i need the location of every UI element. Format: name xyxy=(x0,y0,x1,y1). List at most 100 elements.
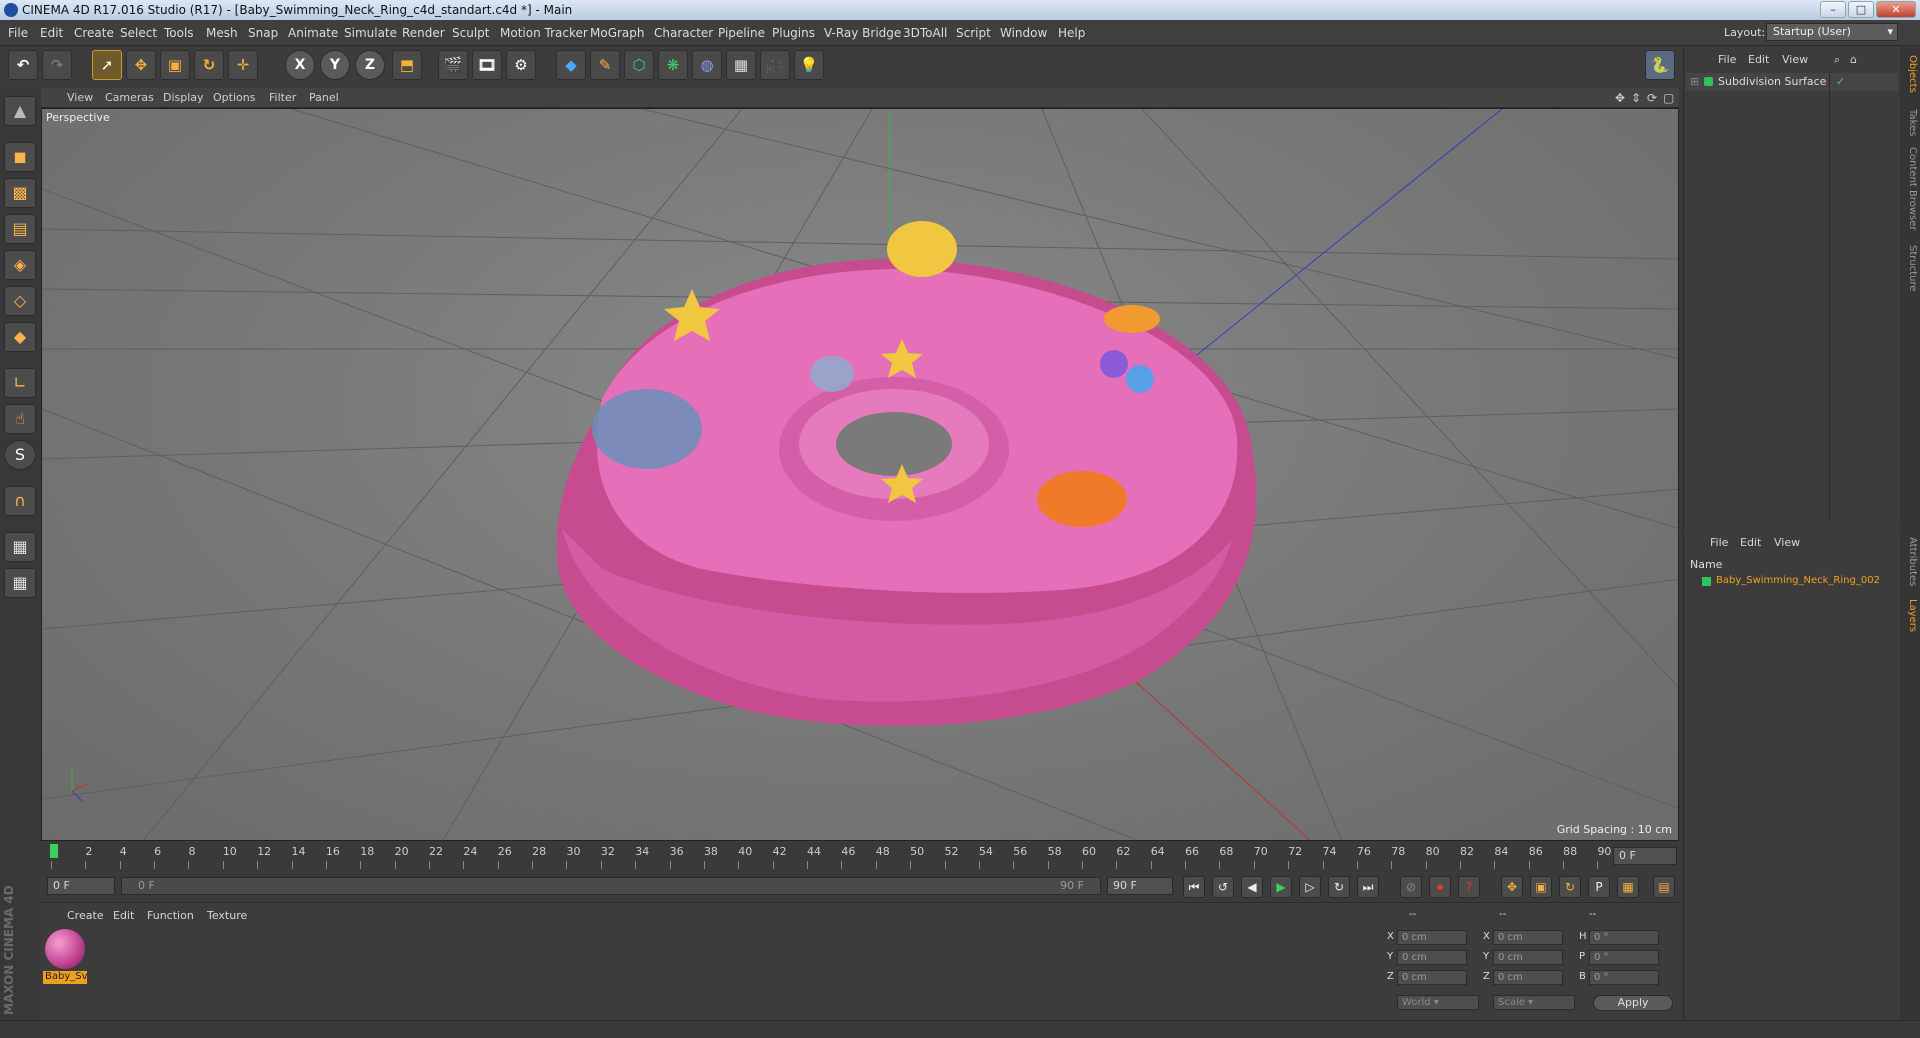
menu-vray-bridge[interactable]: V-Ray Bridge xyxy=(824,26,901,40)
workplane-icon[interactable]: ▤ xyxy=(4,214,36,244)
checkmark-icon[interactable]: ✓ xyxy=(1836,75,1845,88)
menu-edit[interactable]: Edit xyxy=(40,26,63,40)
layout-select[interactable]: Startup (User) ▾ xyxy=(1766,23,1898,41)
menu-animate[interactable]: Animate xyxy=(288,26,338,40)
record-active-icon[interactable]: ⏺ xyxy=(1429,876,1451,898)
menu-motion-tracker[interactable]: Motion Tracker xyxy=(500,26,588,40)
size-z-field[interactable]: 0 cm xyxy=(1493,970,1563,985)
texture-mode-icon[interactable]: ▩ xyxy=(4,178,36,208)
scale-icon[interactable]: ▣ xyxy=(160,50,190,80)
solo-icon[interactable]: S xyxy=(4,440,36,470)
points-mode-icon[interactable]: ◈ xyxy=(4,250,36,280)
x-axis-lock-button[interactable]: X xyxy=(285,50,315,80)
viewport-menu-panel[interactable]: Panel xyxy=(309,91,339,104)
tab-attributes[interactable]: Attributes xyxy=(1902,537,1918,586)
tweak-mode-icon[interactable]: ☝ xyxy=(4,404,36,434)
viewport-rotate-icon[interactable]: ⟳ xyxy=(1647,91,1657,105)
move-icon[interactable]: ✥ xyxy=(126,50,156,80)
material-menu-create[interactable]: Create xyxy=(67,909,104,922)
close-button[interactable]: ✕ xyxy=(1876,1,1916,18)
viewport-menu-options[interactable]: Options xyxy=(213,91,255,104)
position-z-field[interactable]: 0 cm xyxy=(1397,970,1467,985)
menu-help[interactable]: Help xyxy=(1058,26,1085,40)
expand-icon[interactable]: ⊞ xyxy=(1690,75,1699,88)
pen-spline-icon[interactable]: ✎ xyxy=(590,50,620,80)
minimize-button[interactable]: – xyxy=(1820,1,1846,18)
viewport-menu-filter[interactable]: Filter xyxy=(269,91,296,104)
key-parameter-icon[interactable]: P xyxy=(1588,876,1610,898)
next-key-icon[interactable]: ↻ xyxy=(1328,876,1350,898)
menu-window[interactable]: Window xyxy=(1000,26,1047,40)
menu-mesh[interactable]: Mesh xyxy=(206,26,238,40)
step-back-icon[interactable]: ◀ xyxy=(1241,876,1263,898)
viewport-move-icon[interactable]: ✥ xyxy=(1615,91,1625,105)
menu-3dtoall[interactable]: 3DToAll xyxy=(903,26,947,40)
render-settings-icon[interactable]: ⚙ xyxy=(506,50,536,80)
tab-takes[interactable]: Takes xyxy=(1902,109,1918,136)
tab-content-browser[interactable]: Content Browser xyxy=(1902,147,1918,230)
play-icon[interactable]: ▶ xyxy=(1270,876,1292,898)
viewport-zoom-icon[interactable]: ⇕ xyxy=(1631,91,1641,105)
size-mode-select[interactable]: Scale ▾ xyxy=(1493,995,1575,1010)
rotation-p-field[interactable]: 0 ° xyxy=(1589,950,1659,965)
viewport-menu-view[interactable]: View xyxy=(67,91,93,104)
cube-primitive-icon[interactable]: ◆ xyxy=(556,50,586,80)
layer-menu-file[interactable]: File xyxy=(1710,536,1728,549)
timeline-window-icon[interactable]: ▤ xyxy=(1653,876,1675,898)
subdivision-generator-icon[interactable]: ⬡ xyxy=(624,50,654,80)
timeline-ruler[interactable]: 0246810121416182022242628303234363840424… xyxy=(41,841,1679,873)
object-row-subdivision-surface[interactable]: ⊞ Subdivision Surface ✓ xyxy=(1686,73,1898,91)
size-x-field[interactable]: 0 cm xyxy=(1493,930,1563,945)
menu-sculpt[interactable]: Sculpt xyxy=(452,26,489,40)
timeline-playhead[interactable] xyxy=(50,844,58,858)
menu-mograph[interactable]: MoGraph xyxy=(590,26,645,40)
polygons-mode-icon[interactable]: ◆ xyxy=(4,322,36,352)
menu-snap[interactable]: Snap xyxy=(248,26,278,40)
layer-row[interactable]: Baby_Swimming_Neck_Ring_002 xyxy=(1690,574,1898,590)
z-axis-lock-button[interactable]: Z xyxy=(355,50,385,80)
live-selection-icon[interactable]: ➚ xyxy=(92,50,122,80)
material-menu-edit[interactable]: Edit xyxy=(113,909,134,922)
home-icon[interactable]: ⌂ xyxy=(1850,53,1857,66)
tab-layers[interactable]: Layers xyxy=(1902,599,1918,632)
key-position-icon[interactable]: ✥ xyxy=(1501,876,1523,898)
material-swatch[interactable]: Baby_Sv xyxy=(43,927,87,985)
viewport-maximize-icon[interactable]: ▢ xyxy=(1663,91,1674,105)
coordinate-system-icon[interactable]: ⬒ xyxy=(392,50,422,80)
frame-range-slider[interactable]: 0 F 90 F xyxy=(121,877,1101,895)
key-pla-icon[interactable]: ▦ xyxy=(1617,876,1639,898)
menu-simulate[interactable]: Simulate xyxy=(344,26,397,40)
object-menu-file[interactable]: File xyxy=(1718,53,1736,66)
menu-plugins[interactable]: Plugins xyxy=(772,26,815,40)
tab-structure[interactable]: Structure xyxy=(1902,245,1918,292)
y-axis-lock-button[interactable]: Y xyxy=(320,50,350,80)
go-to-end-icon[interactable]: ⏭ xyxy=(1357,876,1379,898)
light-icon[interactable]: 💡 xyxy=(794,50,824,80)
rotate-icon[interactable]: ↻ xyxy=(194,50,224,80)
menu-file[interactable]: File xyxy=(8,26,28,40)
step-forward-icon[interactable]: ▷ xyxy=(1299,876,1321,898)
menu-character[interactable]: Character xyxy=(654,26,713,40)
autokey-icon[interactable]: ? xyxy=(1458,876,1480,898)
object-menu-edit[interactable]: Edit xyxy=(1748,53,1769,66)
material-menu-function[interactable]: Function xyxy=(147,909,194,922)
material-menu-texture[interactable]: Texture xyxy=(207,909,247,922)
key-rotation-icon[interactable]: ↻ xyxy=(1559,876,1581,898)
menu-script[interactable]: Script xyxy=(956,26,991,40)
viewport-menu-display[interactable]: Display xyxy=(163,91,204,104)
transform-icon[interactable]: ✛ xyxy=(228,50,258,80)
model-mode-icon[interactable]: ◼ xyxy=(4,142,36,172)
sculpt-brush-icon[interactable]: ▲ xyxy=(4,96,36,126)
perspective-viewport[interactable]: Perspective Grid Spacing : 10 cm xyxy=(41,108,1679,841)
deformer-icon[interactable]: ◍ xyxy=(692,50,722,80)
menu-create[interactable]: Create xyxy=(74,26,114,40)
anim-end-field[interactable]: 90 F xyxy=(1107,877,1173,895)
size-y-field[interactable]: 0 cm xyxy=(1493,950,1563,965)
menu-render[interactable]: Render xyxy=(402,26,445,40)
menu-select[interactable]: Select xyxy=(120,26,157,40)
rotation-h-field[interactable]: 0 ° xyxy=(1589,930,1659,945)
anim-start-field[interactable]: 0 F xyxy=(47,877,115,895)
undo-icon[interactable]: ↶ xyxy=(8,50,38,80)
maximize-button[interactable]: □ xyxy=(1848,1,1874,18)
viewport-menu-cameras[interactable]: Cameras xyxy=(105,91,154,104)
